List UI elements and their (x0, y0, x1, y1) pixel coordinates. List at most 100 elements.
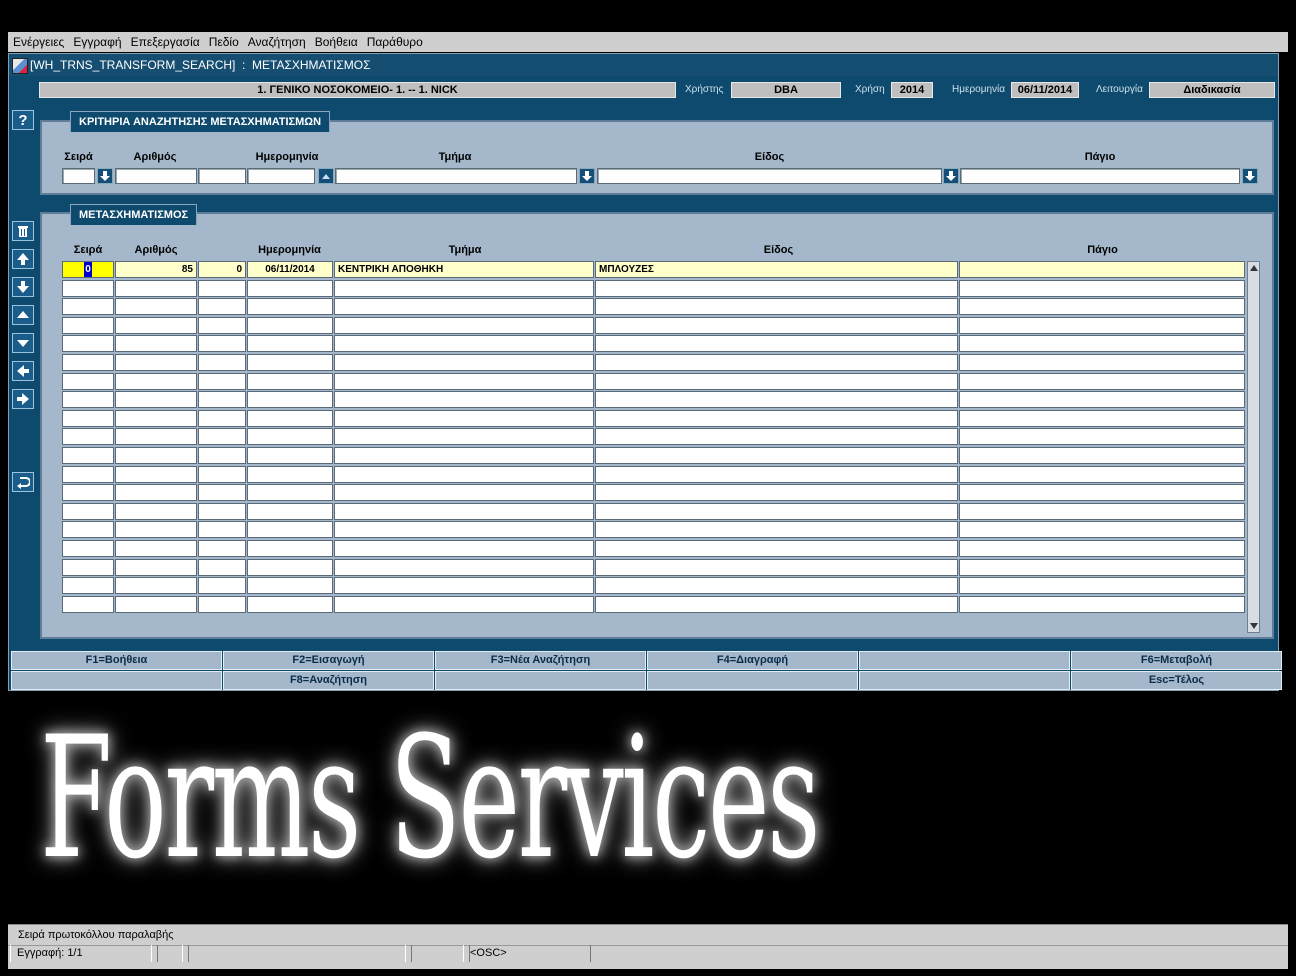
empty-cell-department[interactable] (334, 279, 594, 297)
menu-item-0[interactable]: Ενέργειες (8, 32, 68, 49)
empty-cell-number[interactable] (115, 279, 197, 297)
empty-cell-extra[interactable] (198, 335, 246, 353)
empty-cell-number[interactable] (115, 484, 197, 502)
menu-item-6[interactable]: Παράθυρο (362, 32, 427, 49)
empty-cell-number[interactable] (115, 428, 197, 446)
empty-cell-series[interactable] (62, 354, 114, 371)
empty-cell-extra[interactable] (198, 540, 246, 557)
empty-cell-item[interactable] (595, 279, 958, 297)
empty-cell-department[interactable] (334, 428, 594, 446)
empty-cell-asset[interactable] (959, 335, 1245, 353)
empty-cell-extra[interactable] (198, 316, 246, 334)
empty-cell-extra[interactable] (198, 372, 246, 390)
fkey-blank-button[interactable] (859, 671, 1070, 690)
empty-cell-item[interactable] (595, 316, 958, 334)
empty-cell-department[interactable] (334, 391, 594, 409)
empty-cell-date[interactable] (247, 372, 333, 390)
empty-cell-asset[interactable] (959, 465, 1245, 483)
empty-cell-extra[interactable] (198, 577, 246, 595)
empty-cell-item[interactable] (595, 372, 958, 390)
fkey-f1-button[interactable]: F1=Βοήθεια (11, 651, 222, 670)
next-block-button[interactable] (12, 389, 34, 409)
empty-cell-asset[interactable] (959, 595, 1245, 613)
menu-item-2[interactable]: Επεξεργασία (126, 32, 204, 49)
empty-cell-extra[interactable] (198, 447, 246, 464)
empty-cell-item[interactable] (595, 540, 958, 557)
empty-cell-series[interactable] (62, 558, 114, 576)
empty-cell-series[interactable] (62, 428, 114, 446)
results-scrollbar[interactable] (1247, 261, 1260, 633)
result-cell-date[interactable]: 06/11/2014 (247, 261, 333, 278)
fkey-blank-button[interactable] (435, 671, 646, 690)
empty-cell-department[interactable] (334, 372, 594, 390)
empty-cell-department[interactable] (334, 540, 594, 557)
empty-cell-item[interactable] (595, 595, 958, 613)
empty-cell-number[interactable] (115, 316, 197, 334)
empty-cell-item[interactable] (595, 558, 958, 576)
empty-cell-asset[interactable] (959, 558, 1245, 576)
result-cell-extra[interactable]: 0 (198, 261, 246, 278)
fkey-blank-button[interactable] (859, 651, 1070, 670)
empty-cell-department[interactable] (334, 465, 594, 483)
criteria-number-input[interactable] (115, 168, 197, 184)
empty-cell-extra[interactable] (198, 279, 246, 297)
empty-cell-number[interactable] (115, 354, 197, 371)
empty-cell-department[interactable] (334, 558, 594, 576)
empty-cell-item[interactable] (595, 577, 958, 595)
menu-item-5[interactable]: Βοήθεια (310, 32, 362, 49)
empty-cell-asset[interactable] (959, 391, 1245, 409)
empty-cell-date[interactable] (247, 502, 333, 520)
empty-cell-extra[interactable] (198, 391, 246, 409)
empty-cell-series[interactable] (62, 577, 114, 595)
empty-cell-asset[interactable] (959, 316, 1245, 334)
exit-button[interactable] (12, 472, 34, 492)
criteria-department-input[interactable] (335, 168, 577, 184)
empty-cell-extra[interactable] (198, 465, 246, 483)
empty-cell-series[interactable] (62, 409, 114, 427)
empty-cell-series[interactable] (62, 521, 114, 539)
empty-cell-series[interactable] (62, 298, 114, 316)
empty-cell-date[interactable] (247, 540, 333, 557)
empty-cell-date[interactable] (247, 428, 333, 446)
empty-cell-number[interactable] (115, 409, 197, 427)
empty-cell-date[interactable] (247, 447, 333, 464)
empty-cell-extra[interactable] (198, 428, 246, 446)
empty-cell-item[interactable] (595, 484, 958, 502)
empty-cell-department[interactable] (334, 595, 594, 613)
menu-item-4[interactable]: Αναζήτηση (243, 32, 310, 49)
empty-cell-series[interactable] (62, 502, 114, 520)
empty-cell-department[interactable] (334, 298, 594, 316)
empty-cell-series[interactable] (62, 335, 114, 353)
menu-item-1[interactable]: Εγγραφή (68, 32, 125, 49)
empty-cell-item[interactable] (595, 428, 958, 446)
empty-cell-date[interactable] (247, 409, 333, 427)
empty-cell-extra[interactable] (198, 558, 246, 576)
empty-cell-number[interactable] (115, 391, 197, 409)
criteria-department-lov-button[interactable] (579, 168, 595, 184)
empty-cell-date[interactable] (247, 558, 333, 576)
empty-cell-extra[interactable] (198, 521, 246, 539)
empty-cell-item[interactable] (595, 502, 958, 520)
empty-cell-item[interactable] (595, 409, 958, 427)
fkey-esc-button[interactable]: Esc=Τέλος (1071, 671, 1282, 690)
empty-cell-item[interactable] (595, 391, 958, 409)
criteria-item-lov-button[interactable] (943, 168, 959, 184)
empty-cell-number[interactable] (115, 521, 197, 539)
fkey-blank-button[interactable] (647, 671, 858, 690)
empty-cell-series[interactable] (62, 465, 114, 483)
empty-cell-asset[interactable] (959, 521, 1245, 539)
empty-cell-item[interactable] (595, 335, 958, 353)
empty-cell-number[interactable] (115, 577, 197, 595)
last-record-button[interactable] (12, 277, 34, 297)
empty-cell-asset[interactable] (959, 409, 1245, 427)
empty-cell-date[interactable] (247, 354, 333, 371)
empty-cell-date[interactable] (247, 521, 333, 539)
empty-cell-item[interactable] (595, 354, 958, 371)
empty-cell-extra[interactable] (198, 484, 246, 502)
empty-cell-number[interactable] (115, 540, 197, 557)
empty-cell-asset[interactable] (959, 502, 1245, 520)
empty-cell-date[interactable] (247, 316, 333, 334)
empty-cell-item[interactable] (595, 447, 958, 464)
result-cell-department[interactable]: ΚΕΝΤΡΙΚΗ ΑΠΟΘΗΚΗ (334, 261, 594, 278)
result-cell-number[interactable]: 85 (115, 261, 197, 278)
